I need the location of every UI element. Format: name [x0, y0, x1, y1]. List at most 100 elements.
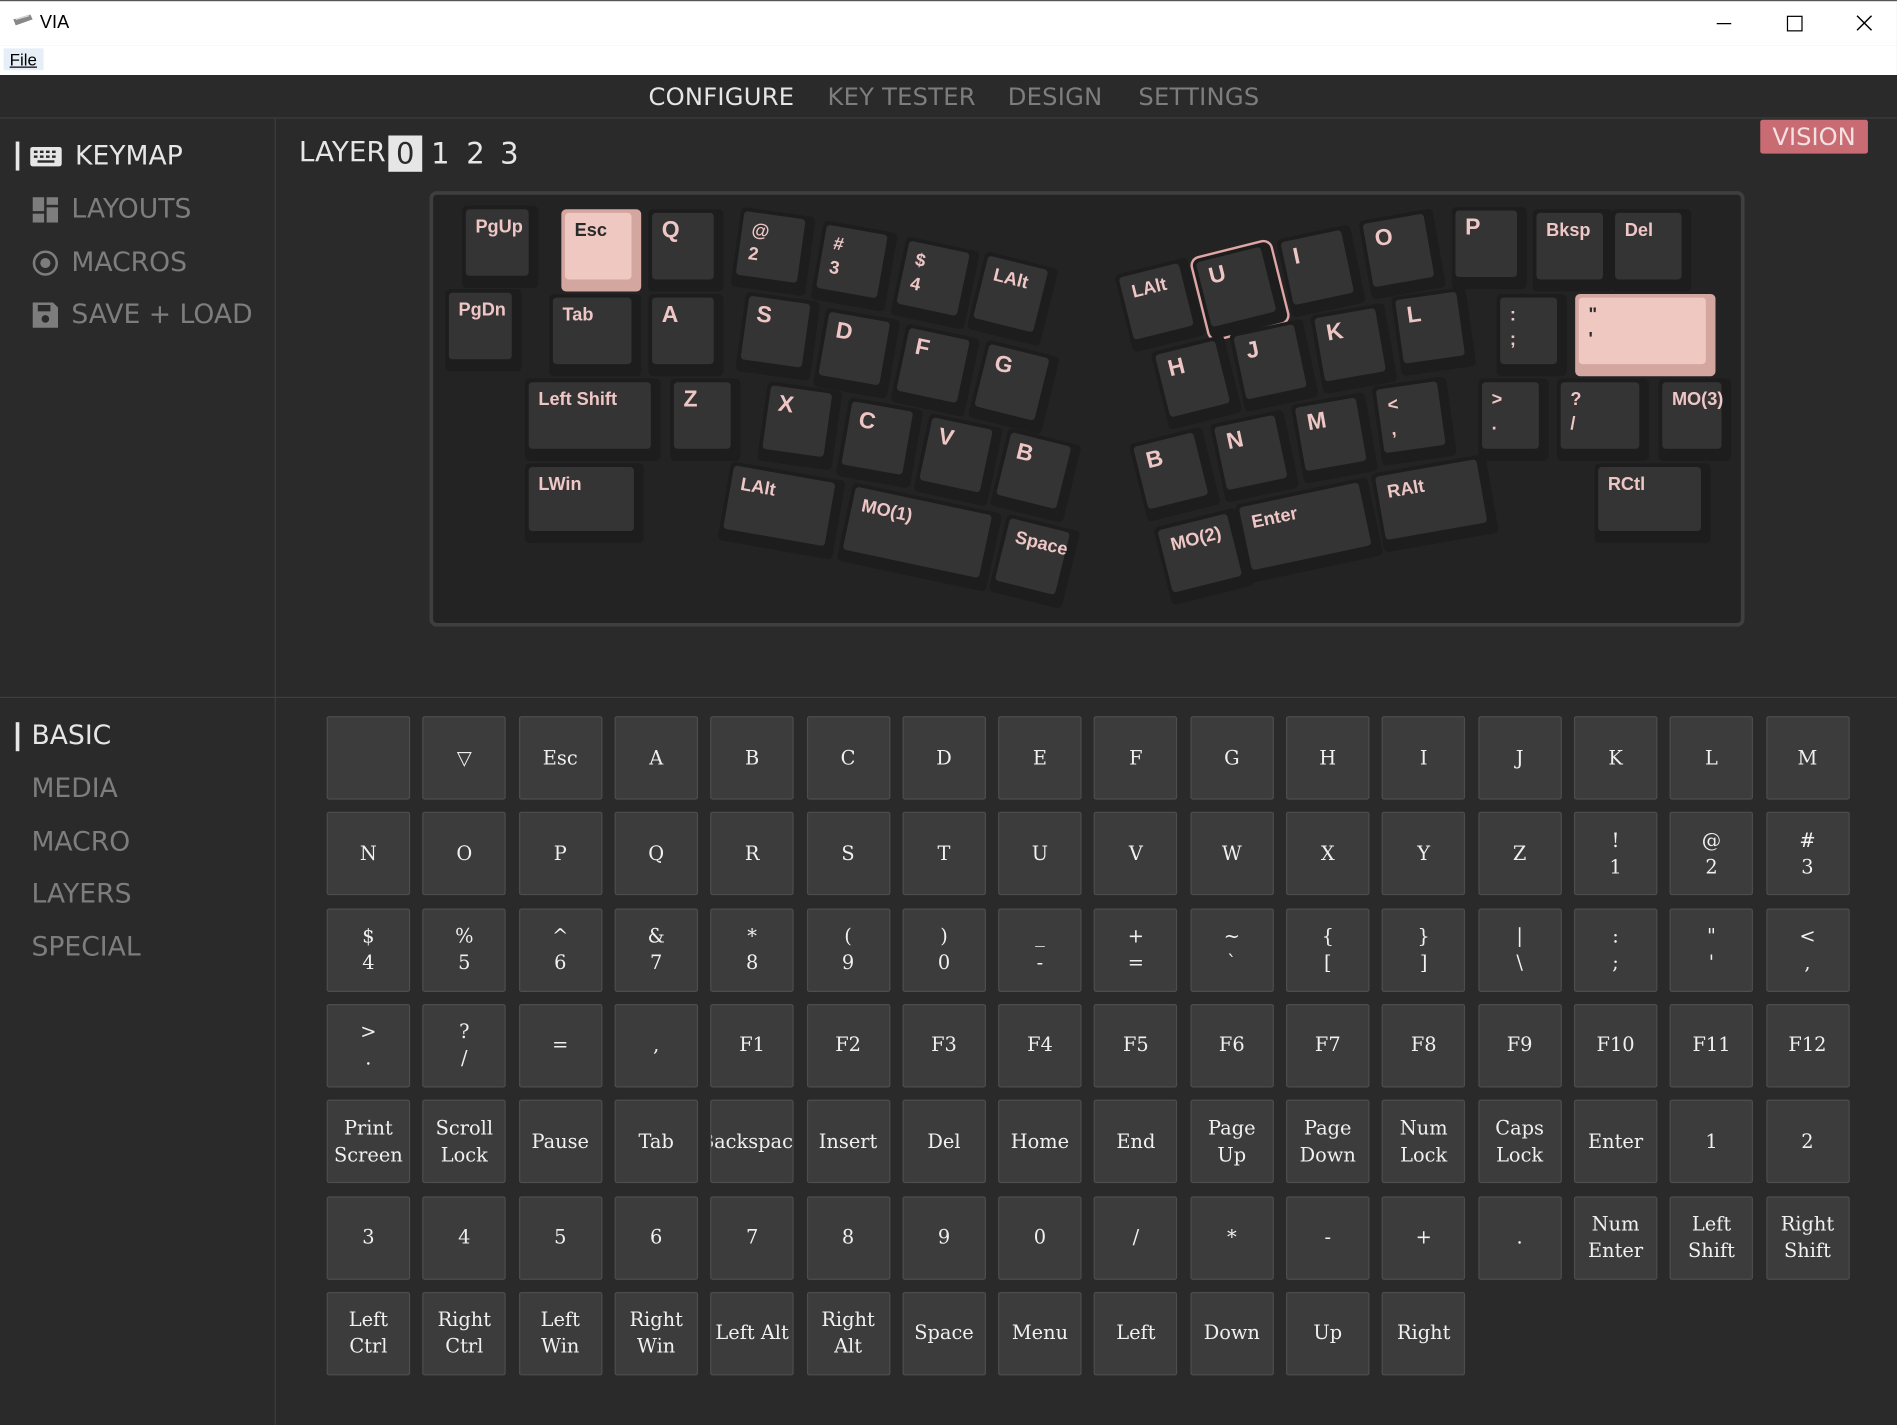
keycode-button[interactable]: G [1190, 716, 1274, 800]
keycode-button[interactable]: . [1477, 1195, 1562, 1280]
keyboard-key[interactable]: C [835, 396, 924, 489]
keyboard-key[interactable]: A [648, 293, 724, 377]
sidebar-item-layers[interactable]: LAYERS [31, 879, 131, 909]
keycode-button[interactable]: Space [902, 1291, 986, 1376]
keycode-button[interactable]: Num Enter [1573, 1195, 1658, 1280]
keycode-button[interactable]: Page Down [1286, 1099, 1370, 1184]
keycode-button[interactable]: 7 [710, 1195, 794, 1280]
keycode-button[interactable]: ~ ` [1190, 907, 1274, 992]
keycode-button[interactable]: E [998, 716, 1082, 800]
layer-1-button[interactable]: 1 [423, 135, 457, 171]
keycode-button[interactable]: J [1477, 716, 1562, 800]
keycode-button[interactable]: ? / [422, 1003, 507, 1088]
keyboard-key[interactable]: L [1390, 286, 1477, 377]
keycode-button[interactable]: " ' [1669, 907, 1754, 992]
keycode-button[interactable]: Scroll Lock [422, 1099, 507, 1184]
keyboard-key[interactable]: " ' [1575, 293, 1716, 377]
keycode-button[interactable]: Right Shift [1765, 1195, 1850, 1280]
keycode-button[interactable]: @ 2 [1669, 812, 1754, 896]
keycode-button[interactable]: 1 [1669, 1099, 1754, 1184]
keycode-button[interactable]: H [1286, 716, 1370, 800]
keyboard-key[interactable]: B [989, 427, 1082, 524]
keyboard-key[interactable]: N [1209, 409, 1300, 503]
keycode-button[interactable]: Tab [614, 1099, 698, 1184]
keyboard-key[interactable]: P [1451, 206, 1527, 290]
keycode-button[interactable]: Left Ctrl [326, 1291, 411, 1376]
tab-configure[interactable]: CONFIGURE [648, 82, 794, 111]
keycode-button[interactable]: ! 1 [1573, 812, 1658, 896]
keycode-button[interactable]: T [902, 812, 986, 896]
keycode-button[interactable]: ▽ [422, 716, 507, 800]
keycode-button[interactable]: Insert [806, 1099, 890, 1184]
keycode-button[interactable]: _ - [998, 907, 1082, 992]
keycode-button[interactable]: Right [1381, 1291, 1466, 1376]
keyboard-key[interactable]: Z [670, 378, 741, 461]
keyboard-key[interactable]: @ 2 [730, 206, 816, 297]
sidebar-item-media[interactable]: MEDIA [31, 774, 117, 804]
maximize-button[interactable] [1760, 1, 1830, 47]
keycode-button[interactable]: Esc [518, 716, 602, 800]
keycode-button[interactable]: F12 [1765, 1003, 1850, 1088]
menu-file[interactable]: File [3, 48, 44, 71]
keyboard-key[interactable]: Esc [561, 209, 642, 292]
sidebar-item-macros[interactable]: MACROS [31, 248, 187, 278]
keyboard-key[interactable]: MO(3) [1658, 378, 1732, 461]
keycode-button[interactable]: F [1094, 716, 1178, 800]
sidebar-item-save-load[interactable]: SAVE + LOAD [31, 300, 253, 330]
keycode-button[interactable]: Home [998, 1099, 1082, 1184]
keycode-button[interactable]: ) 0 [902, 907, 986, 992]
keycode-button[interactable]: End [1094, 1099, 1178, 1184]
tab-key-tester[interactable]: KEY TESTER [828, 82, 976, 111]
keycode-button[interactable]: Right Ctrl [422, 1291, 507, 1376]
keyboard-key[interactable]: Space [988, 513, 1081, 610]
keycode-button[interactable]: : ; [1573, 907, 1658, 992]
keycode-button[interactable]: 0 [998, 1195, 1082, 1280]
keycode-button[interactable]: Num Lock [1381, 1099, 1466, 1184]
keycode-button[interactable]: F6 [1190, 1003, 1274, 1088]
tab-settings[interactable]: SETTINGS [1138, 82, 1259, 111]
keycode-button[interactable]: F9 [1477, 1003, 1562, 1088]
keyboard-key[interactable]: Left Shift [525, 378, 661, 461]
keyboard-key[interactable]: # 3 [810, 220, 898, 312]
keycode-button[interactable]: R [710, 812, 794, 896]
keyboard-key[interactable]: S [735, 291, 821, 382]
sidebar-item-layouts[interactable]: LAYOUTS [31, 195, 191, 225]
keycode-button[interactable]: N [326, 812, 411, 896]
keyboard-key[interactable]: ? / [1557, 378, 1649, 461]
keyboard-key[interactable]: H [1150, 334, 1243, 431]
sidebar-item-keymap[interactable]: KEYMAP [29, 142, 183, 172]
keyboard-key[interactable]: Tab [549, 293, 642, 377]
keyboard-key[interactable]: F [890, 323, 981, 418]
keycode-button[interactable]: U [998, 812, 1082, 896]
keycode-button[interactable]: F5 [1094, 1003, 1178, 1088]
keycode-button[interactable]: A [614, 716, 698, 800]
keycode-button[interactable]: * 8 [710, 907, 794, 992]
keycode-button[interactable]: F11 [1669, 1003, 1754, 1088]
keycode-button[interactable]: F7 [1286, 1003, 1370, 1088]
keycode-button[interactable]: ^ 6 [518, 907, 602, 992]
keyboard-key[interactable]: V [913, 412, 1004, 507]
keycode-button[interactable]: # 3 [1765, 812, 1850, 896]
keycode-button[interactable]: Right Win [614, 1291, 698, 1376]
keycode-button[interactable]: 3 [326, 1195, 411, 1280]
keycode-button[interactable]: > . [326, 1003, 411, 1088]
keycode-button[interactable]: Left Alt [710, 1291, 794, 1376]
keycode-button[interactable]: Enter [1573, 1099, 1658, 1184]
keyboard-key[interactable]: B [1128, 426, 1221, 523]
keycode-button[interactable]: I [1381, 716, 1466, 800]
keycode-button[interactable]: + = [1094, 907, 1178, 992]
keycode-button[interactable]: F4 [998, 1003, 1082, 1088]
keycode-button[interactable]: 6 [614, 1195, 698, 1280]
keyboard-key[interactable]: < , [1371, 376, 1457, 466]
keycode-button[interactable]: 9 [902, 1195, 986, 1280]
keycode-button[interactable]: F1 [710, 1003, 794, 1088]
keyboard-key[interactable]: M [1290, 392, 1379, 484]
keyboard-key[interactable]: LAlt [966, 250, 1059, 347]
keycode-button[interactable]: X [1286, 812, 1370, 896]
keyboard-key[interactable]: D [812, 307, 901, 400]
keycode-button[interactable]: Down [1190, 1291, 1274, 1376]
keycode-button[interactable]: V [1094, 812, 1178, 896]
keycode-button[interactable]: Right Alt [806, 1291, 890, 1376]
keycode-button[interactable]: F10 [1573, 1003, 1658, 1088]
keyboard-key[interactable]: RAlt [1370, 453, 1499, 553]
